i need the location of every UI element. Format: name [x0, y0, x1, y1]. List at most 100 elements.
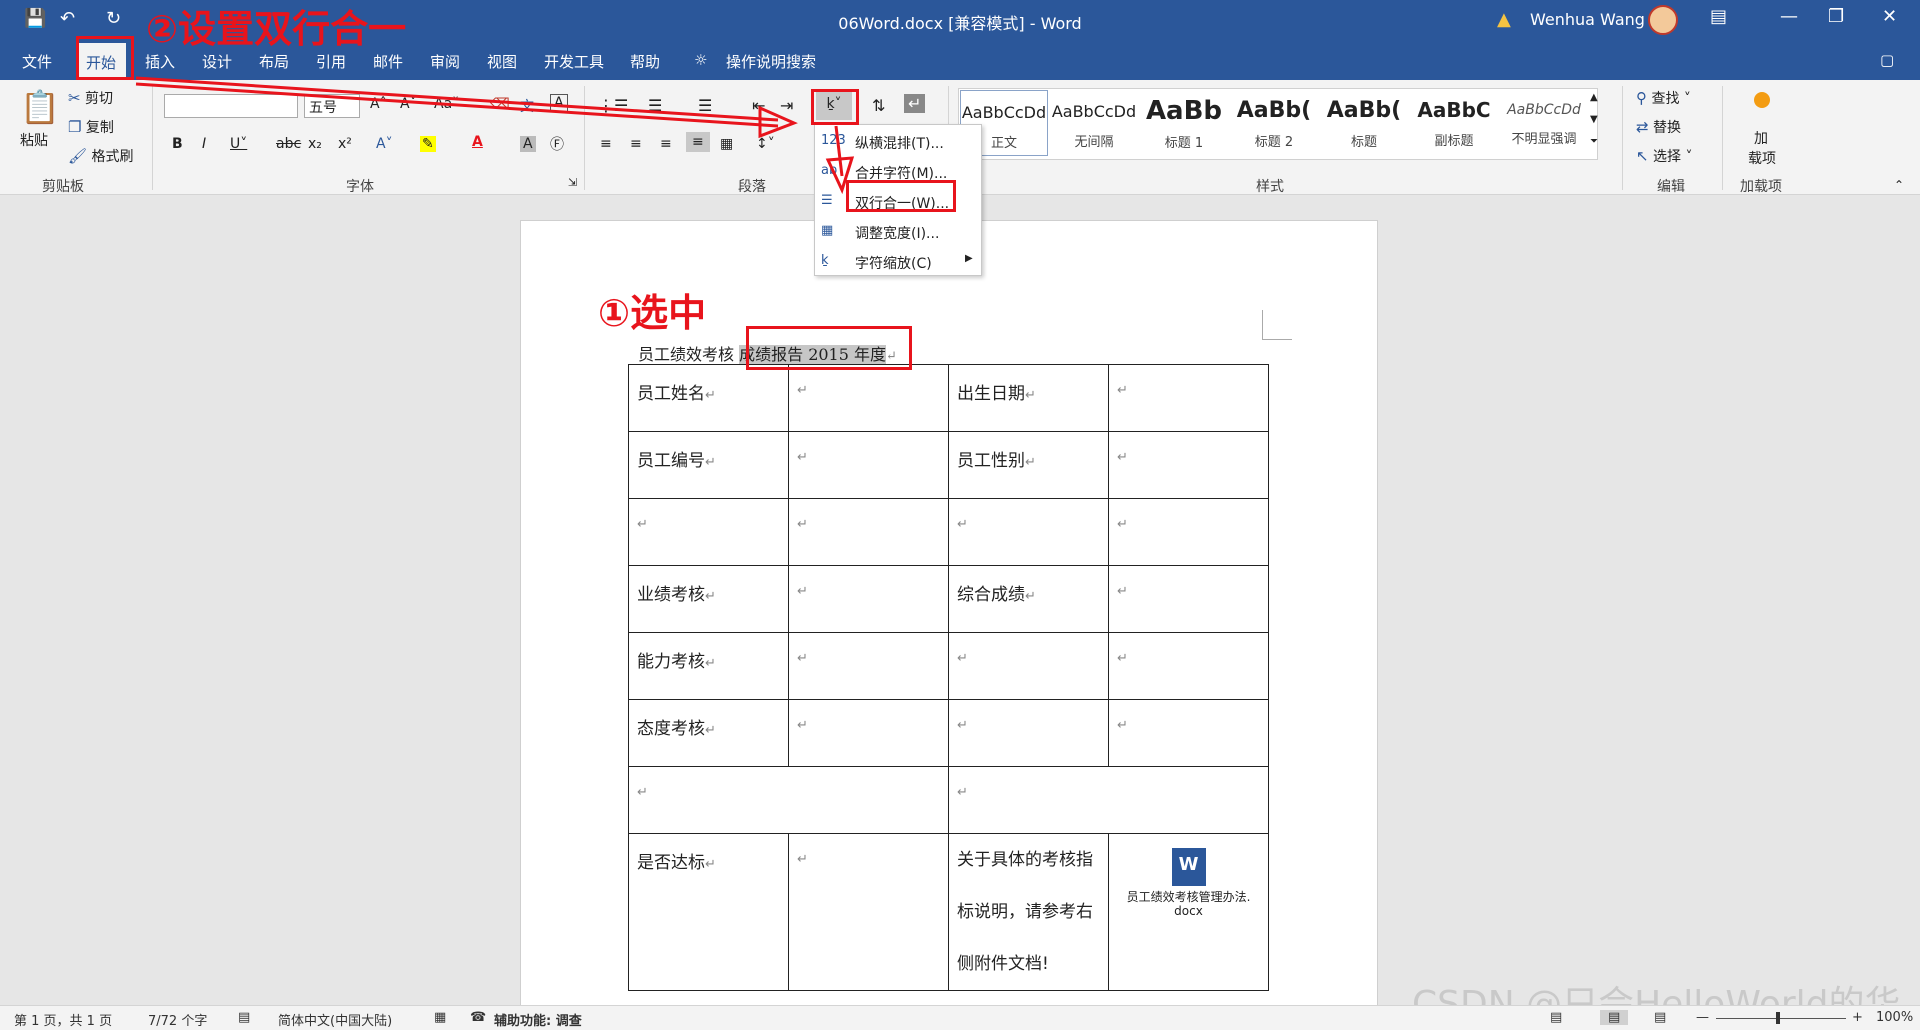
tab-view[interactable]: 视图: [487, 51, 517, 72]
underline-icon[interactable]: U˅: [230, 136, 247, 152]
tab-layout[interactable]: 布局: [259, 51, 289, 72]
addins-label-2[interactable]: 载项: [1748, 148, 1776, 168]
grow-font-icon[interactable]: Aˆ: [370, 96, 387, 112]
read-mode-icon[interactable]: ▤: [1550, 1010, 1562, 1025]
table-cell[interactable]: 能力考核↵: [628, 632, 789, 700]
font-color-icon[interactable]: A: [472, 134, 483, 150]
styles-scroll-up-icon[interactable]: ▲: [1590, 92, 1598, 103]
warning-icon[interactable]: ▲: [1497, 9, 1511, 30]
align-left-icon[interactable]: ≡: [600, 136, 612, 152]
table-cell[interactable]: 态度考核↵: [628, 699, 789, 767]
decrease-indent-icon[interactable]: ⇤: [752, 96, 765, 115]
multilevel-list-icon[interactable]: ☰: [698, 96, 712, 115]
print-layout-icon[interactable]: ▤: [1600, 1010, 1629, 1025]
tab-review[interactable]: 审阅: [430, 51, 460, 72]
italic-icon[interactable]: I: [202, 136, 206, 152]
bold-icon[interactable]: B: [172, 136, 183, 152]
cut-button[interactable]: ✂ 剪切: [68, 88, 113, 108]
distributed-icon[interactable]: ▦: [720, 136, 733, 152]
proofing-icon[interactable]: ▤: [238, 1010, 250, 1025]
tell-me-search[interactable]: 操作说明搜索: [726, 51, 816, 72]
menu-item-char-scale[interactable]: ḵ 字符缩放(C) ▶: [815, 247, 981, 277]
superscript-icon[interactable]: x²: [338, 136, 352, 152]
increase-indent-icon[interactable]: ⇥: [780, 96, 793, 115]
table-cell[interactable]: ↵: [948, 766, 1269, 834]
menu-item-fit-text[interactable]: ▦ 调整宽度(I)...: [815, 217, 981, 247]
tab-file[interactable]: 文件: [22, 51, 52, 72]
web-layout-icon[interactable]: ▤: [1654, 1010, 1666, 1025]
subscript-icon[interactable]: x₂: [308, 136, 322, 152]
style-heading2[interactable]: AaBb(标题 2: [1230, 90, 1318, 156]
user-name[interactable]: Wenhua Wang: [1530, 10, 1645, 29]
table-cell[interactable]: 员工编号↵: [628, 431, 789, 499]
replace-button[interactable]: ⇄ 替换: [1636, 117, 1681, 137]
zoom-thumb[interactable]: [1776, 1012, 1780, 1024]
table-cell[interactable]: ↵: [628, 498, 789, 566]
table-cell[interactable]: 出生日期↵: [948, 364, 1109, 432]
table-cell[interactable]: ↵: [788, 833, 949, 991]
tab-developer[interactable]: 开发工具: [544, 51, 604, 72]
show-marks-icon[interactable]: ↵: [904, 94, 926, 113]
align-center-icon[interactable]: ≡: [630, 136, 642, 152]
style-heading1[interactable]: AaBb 标题 1: [1140, 90, 1228, 156]
char-shading-icon[interactable]: A: [520, 136, 536, 152]
table-cell[interactable]: ↵: [1108, 565, 1269, 633]
format-painter-button[interactable]: 🖌 格式刷: [68, 146, 134, 166]
avatar[interactable]: [1648, 5, 1678, 35]
table-cell[interactable]: ↵: [788, 364, 949, 432]
table-cell[interactable]: ↵: [1108, 699, 1269, 767]
table-cell[interactable]: W 员工绩效考核管理办法. docx: [1108, 833, 1269, 991]
page-count[interactable]: 第 1 页，共 1 页: [14, 1010, 112, 1029]
table-cell[interactable]: ↵: [1108, 632, 1269, 700]
font-dialog-launcher-icon[interactable]: ⇲: [568, 176, 577, 189]
style-title[interactable]: AaBb(标题: [1320, 90, 1408, 156]
table-cell[interactable]: 员工姓名↵: [628, 364, 789, 432]
table-cell[interactable]: ↵: [948, 498, 1109, 566]
tab-insert[interactable]: 插入: [145, 51, 175, 72]
table-cell[interactable]: ↵: [788, 632, 949, 700]
align-right-icon[interactable]: ≡: [660, 136, 672, 152]
table-cell[interactable]: ↵: [1108, 431, 1269, 499]
highlight-icon[interactable]: ✎: [420, 136, 436, 152]
select-button[interactable]: ↖ 选择 ˅: [1636, 146, 1692, 166]
table-cell[interactable]: ↵: [788, 699, 949, 767]
strikethrough-icon[interactable]: abc: [276, 136, 301, 152]
minimize-icon[interactable]: —: [1780, 6, 1798, 27]
menu-item-vertical-in-horizontal[interactable]: 123 纵横混排(T)...: [815, 127, 981, 157]
find-button[interactable]: ⚲ 查找 ˅: [1636, 88, 1691, 108]
restore-icon[interactable]: ❐: [1828, 6, 1844, 27]
zoom-in-icon[interactable]: +: [1852, 1010, 1863, 1025]
word-doc-icon[interactable]: W: [1171, 848, 1206, 886]
close-icon[interactable]: ✕: [1882, 6, 1897, 27]
char-border-icon[interactable]: A: [550, 94, 568, 112]
table-cell[interactable]: ↵: [1108, 498, 1269, 566]
zoom-out-icon[interactable]: —: [1696, 1010, 1709, 1025]
table-cell[interactable]: ↵: [788, 431, 949, 499]
zoom-level[interactable]: 100%: [1876, 1010, 1913, 1025]
evaluation-table[interactable]: 员工姓名↵ ↵ 出生日期↵ ↵ 员工编号↵ ↵ 员工性别↵ ↵ ↵ ↵ ↵ ↵ …: [628, 364, 1269, 991]
font-name-combo[interactable]: [164, 94, 298, 118]
word-count[interactable]: 7/72 个字: [148, 1010, 207, 1029]
accessibility-status[interactable]: 辅助功能: 调查: [494, 1010, 582, 1029]
style-no-spacing[interactable]: AaBbCcDd 无间隔: [1050, 90, 1138, 156]
comments-icon[interactable]: ▢: [1880, 51, 1894, 69]
styles-scroll-down-icon[interactable]: ▼: [1590, 114, 1598, 125]
text-effects-icon[interactable]: A˅: [376, 136, 393, 152]
style-subtle-emphasis[interactable]: AaBbCcDd 不明显强调: [1500, 90, 1588, 156]
table-cell[interactable]: 员工性别↵: [948, 431, 1109, 499]
styles-more-icon[interactable]: ⏷: [1590, 136, 1598, 147]
table-cell[interactable]: 是否达标↵: [628, 833, 789, 991]
paste-button[interactable]: 粘贴: [20, 130, 48, 150]
tab-references[interactable]: 引用: [316, 51, 346, 72]
table-cell[interactable]: ↵: [788, 565, 949, 633]
table-cell[interactable]: ↵: [628, 766, 949, 834]
table-cell[interactable]: 关于具体的考核指 标说明，请参考右 侧附件文档!: [948, 833, 1109, 991]
table-cell[interactable]: 综合成绩↵: [948, 565, 1109, 633]
language[interactable]: 简体中文(中国大陆): [278, 1010, 392, 1029]
style-subtitle[interactable]: AaBbC 副标题: [1410, 90, 1498, 156]
accessibility-icon[interactable]: ☎: [470, 1010, 486, 1025]
sort-icon[interactable]: ⇅: [872, 96, 885, 115]
enclose-char-icon[interactable]: Ⓕ: [550, 134, 564, 154]
addins-label-1[interactable]: 加: [1754, 128, 1768, 148]
change-case-icon[interactable]: Aa˅: [434, 96, 459, 112]
